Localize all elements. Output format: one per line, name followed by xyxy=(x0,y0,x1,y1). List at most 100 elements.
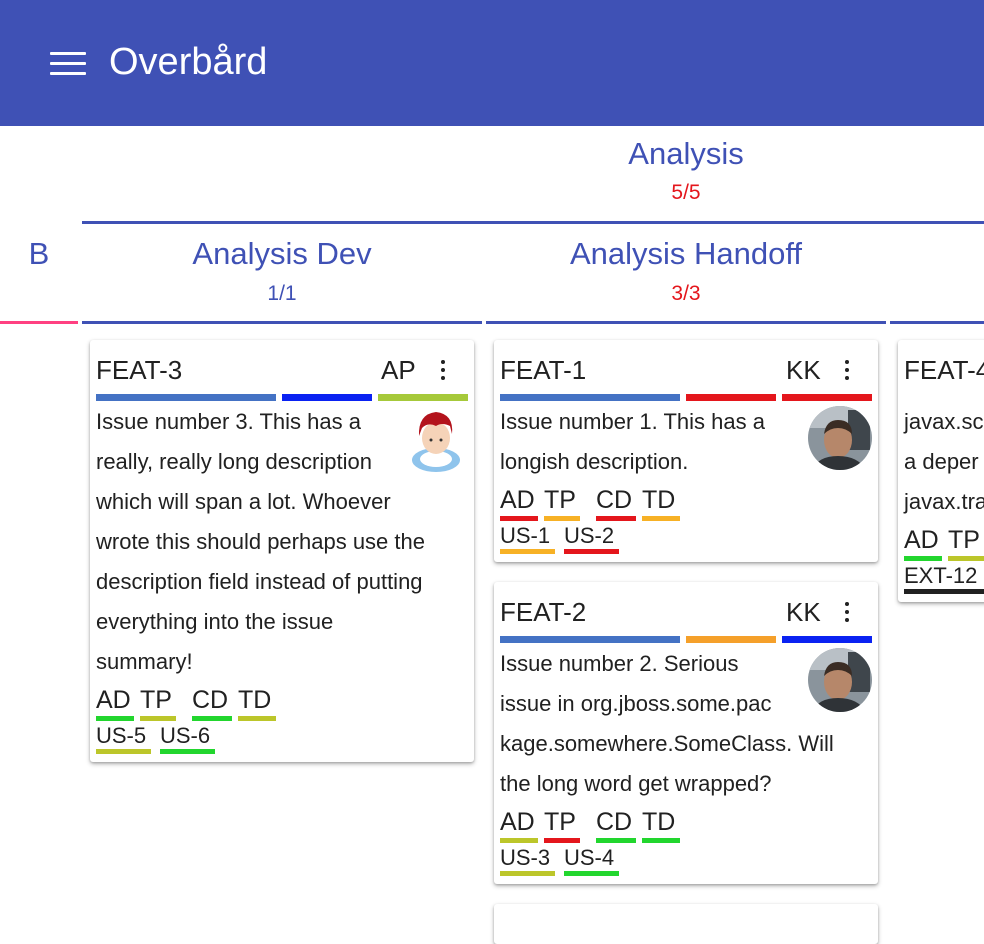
more-vert-icon[interactable] xyxy=(842,602,852,624)
state-tag-td[interactable]: TD xyxy=(238,686,271,714)
link-underline xyxy=(904,589,984,594)
column-header-partial: B xyxy=(28,236,50,271)
issue-key[interactable]: FEAT-1 xyxy=(500,354,586,386)
assignee-initials: AP xyxy=(381,355,416,385)
state-underline xyxy=(596,516,636,521)
issue-card-next[interactable] xyxy=(494,904,878,944)
issue-card-feat-2[interactable]: FEAT-2 KK Issue number 2. Serious issue … xyxy=(494,582,878,884)
priority-bar xyxy=(282,394,372,401)
linked-issue-us-5[interactable]: US-5 xyxy=(96,723,146,749)
state-tag-tp[interactable]: TP xyxy=(140,686,172,714)
issue-card-feat-3[interactable]: FEAT-3 AP Issue number 3. This has a rea… xyxy=(90,340,474,762)
state-underline xyxy=(140,716,176,721)
state-divider-analysis xyxy=(82,221,984,224)
state-tag-ad[interactable]: AD xyxy=(500,808,535,836)
column-count-analysis-handoff: 3/3 xyxy=(671,282,701,305)
summary-line: javax.tra xyxy=(904,489,984,514)
project-bar xyxy=(96,394,276,401)
state-header-analysis: Analysis xyxy=(628,136,744,171)
column-divider-analysis-handoff xyxy=(486,321,886,324)
linked-issue-ext-12[interactable]: EXT-12 xyxy=(904,563,977,589)
column-header-analysis-handoff: Analysis Handoff xyxy=(569,236,803,271)
issue-key[interactable]: FEAT-2 xyxy=(500,596,586,628)
state-underline xyxy=(904,556,942,561)
state-underline xyxy=(544,838,580,843)
linked-issue-us-1[interactable]: US-1 xyxy=(500,523,550,549)
state-tag-cd[interactable]: CD xyxy=(192,686,228,714)
linked-issue-us-3[interactable]: US-3 xyxy=(500,845,550,871)
priority-bar xyxy=(686,394,776,401)
state-tag-tp[interactable]: TP xyxy=(544,486,576,514)
state-tag-ad[interactable]: AD xyxy=(96,686,131,714)
state-underline xyxy=(238,716,276,721)
state-count-analysis: 5/5 xyxy=(671,181,701,204)
linked-issue-us-6[interactable]: US-6 xyxy=(160,723,210,749)
state-underline xyxy=(642,838,680,843)
state-underline xyxy=(500,516,538,521)
state-underline xyxy=(192,716,232,721)
issue-key[interactable]: FEAT-3 xyxy=(96,354,182,386)
state-tag-tp[interactable]: TP xyxy=(948,526,980,554)
summary-line: the long word get wrapped? xyxy=(500,771,772,796)
state-tag-td[interactable]: TD xyxy=(642,808,675,836)
summary-line: longish description. xyxy=(500,449,689,474)
link-underline xyxy=(96,749,151,754)
state-tag-ad[interactable]: AD xyxy=(500,486,535,514)
summary-line: description field instead of putting xyxy=(96,569,423,594)
summary-line: Issue number 2. Serious xyxy=(500,651,739,676)
linked-issue-us-2[interactable]: US-2 xyxy=(564,523,614,549)
summary-line: summary! xyxy=(96,649,193,674)
column-divider-partial xyxy=(0,321,78,324)
state-underline xyxy=(544,516,580,521)
linked-issue-us-4[interactable]: US-4 xyxy=(564,845,614,871)
state-tag-ad[interactable]: AD xyxy=(904,526,939,554)
issue-key[interactable]: FEAT-4 xyxy=(904,354,984,386)
link-underline xyxy=(564,871,619,876)
summary-line: a deper xyxy=(904,449,979,474)
cartoon-person-icon xyxy=(406,402,470,472)
state-underline xyxy=(96,716,134,721)
summary-line: wrote this should perhaps use the xyxy=(96,529,425,554)
summary-line: javax.sc xyxy=(904,409,984,434)
link-underline xyxy=(564,549,619,554)
type-bar xyxy=(782,636,872,643)
issue-card-feat-1[interactable]: FEAT-1 KK Issue number 1. This has a lon… xyxy=(494,340,878,562)
link-underline xyxy=(500,549,555,554)
summary-line: which will span a lot. Whoever xyxy=(96,489,391,514)
assignee-initials: KK xyxy=(786,597,821,627)
person-photo-icon xyxy=(808,406,872,470)
project-bar xyxy=(500,636,680,643)
more-vert-icon[interactable] xyxy=(842,360,852,382)
priority-bar xyxy=(686,636,776,643)
state-tag-td[interactable]: TD xyxy=(642,486,675,514)
link-underline xyxy=(160,749,215,754)
state-underline xyxy=(596,838,636,843)
column-header-analysis-dev: Analysis Dev xyxy=(192,236,372,271)
type-bar xyxy=(378,394,468,401)
assignee-initials: KK xyxy=(786,355,821,385)
person-photo-icon xyxy=(808,648,872,712)
hamburger-menu-icon[interactable] xyxy=(50,52,86,76)
summary-line: issue in org.jboss.some.pac xyxy=(500,691,772,716)
state-tag-cd[interactable]: CD xyxy=(596,808,632,836)
summary-line: Issue number 3. This has a xyxy=(96,409,361,434)
link-underline xyxy=(500,871,555,876)
summary-line: everything into the issue xyxy=(96,609,334,634)
issue-card-feat-4[interactable]: FEAT-4 javax.sc a deper javax.tra AD TP … xyxy=(898,340,984,602)
summary-line: kage.somewhere.SomeClass. Will xyxy=(500,731,834,756)
app-title: Overbård xyxy=(109,41,268,83)
column-divider-next xyxy=(890,321,984,324)
type-bar xyxy=(782,394,872,401)
summary-line: Issue number 1. This has a xyxy=(500,409,765,434)
summary-line: really, really long description xyxy=(96,449,372,474)
app-toolbar: Overbård xyxy=(0,0,984,126)
state-underline xyxy=(500,838,538,843)
state-underline xyxy=(642,516,680,521)
state-tag-cd[interactable]: CD xyxy=(596,486,632,514)
project-bar xyxy=(500,394,680,401)
state-underline xyxy=(948,556,984,561)
state-tag-tp[interactable]: TP xyxy=(544,808,576,836)
column-count-analysis-dev: 1/1 xyxy=(267,282,297,305)
more-vert-icon[interactable] xyxy=(438,360,448,382)
issue-card-feat-4-viewport: FEAT-4 javax.sc a deper javax.tra AD TP … xyxy=(894,334,984,614)
